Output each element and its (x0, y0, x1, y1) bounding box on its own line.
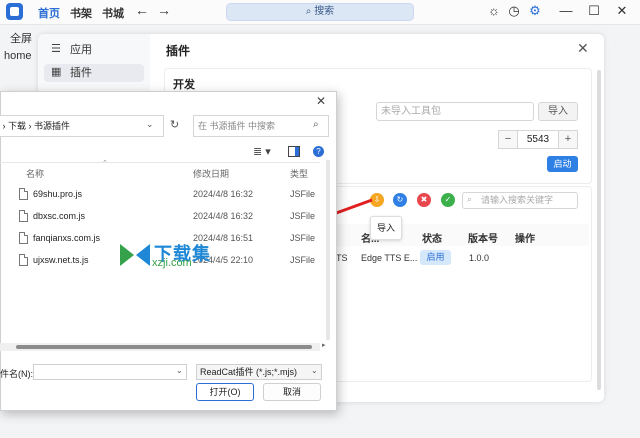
help-icon[interactable]: ? (313, 146, 324, 157)
history-icon[interactable]: ◷ (506, 3, 522, 19)
filename-field[interactable] (33, 364, 187, 380)
table-cell-prefix: TS (336, 253, 348, 263)
sidebar-item-apps[interactable]: ☰ 应用 (44, 41, 144, 59)
file-date: 2024/4/8 16:32 (193, 211, 254, 221)
breadcrumb[interactable]: › 下载 › 书源插件 (0, 115, 164, 137)
nav-tab-bookstore[interactable]: 书城 (102, 5, 124, 21)
home-label: home (4, 50, 32, 62)
sidebar-item-label: 插件 (70, 67, 92, 79)
search-icon: ⌕ (305, 6, 315, 17)
app-logo-icon (6, 3, 23, 20)
port-stepper[interactable]: 5543 (518, 130, 558, 149)
file-type: JSFile (290, 189, 316, 199)
fullscreen-tab[interactable]: 全屏 (10, 30, 32, 46)
minimize-icon[interactable]: — (558, 3, 574, 19)
vertical-scrollbar[interactable] (326, 160, 330, 340)
file-icon (19, 232, 28, 244)
file-icon (19, 188, 28, 200)
column-header-type[interactable]: 类型 (290, 167, 308, 180)
column-header-version: 版本号 (468, 234, 498, 245)
file-type: JSFile (290, 255, 316, 265)
breadcrumb-item[interactable]: 下载 (8, 121, 26, 131)
refresh-icon[interactable]: ↻ (170, 118, 179, 131)
port-increment-button[interactable]: + (558, 130, 578, 149)
delete-icon[interactable]: ✖ (417, 193, 431, 207)
file-type: JSFile (290, 233, 316, 243)
chevron-down-icon[interactable]: ⌄ (311, 366, 318, 375)
arrow-right-icon[interactable]: → (157, 2, 171, 18)
file-type: JSFile (290, 211, 316, 221)
column-header-name[interactable]: 名称 (26, 167, 44, 180)
column-header-actions: 操作 (515, 234, 535, 245)
sun-icon[interactable]: ☼ (486, 3, 502, 19)
list-item[interactable]: dbxsc.com.js 2024/4/8 16:32 JSFile (0, 206, 320, 228)
file-name: ujxsw.net.ts.js (33, 255, 89, 265)
sidebar-item-label: 应用 (70, 44, 92, 56)
import-button[interactable]: 导入 (538, 102, 578, 121)
scroll-right-icon[interactable]: ▸ (322, 341, 326, 349)
search-icon: ⌕ (467, 194, 473, 204)
toolkit-input[interactable]: 未导入工具包 (376, 102, 534, 121)
preview-pane-icon[interactable] (288, 146, 300, 157)
maximize-icon[interactable]: ☐ (586, 3, 602, 19)
table-cell-name: Edge TTS E... (361, 253, 418, 263)
list-item[interactable]: 69shu.pro.js 2024/4/8 16:32 JSFile (0, 184, 320, 206)
file-name: dbxsc.com.js (33, 211, 86, 221)
chevron-down-icon[interactable]: ⌄ (146, 119, 154, 130)
search-icon[interactable]: ⌕ (313, 119, 319, 130)
close-icon[interactable]: ✕ (316, 94, 326, 108)
file-icon (19, 254, 28, 266)
arrow-left-icon[interactable]: ← (135, 2, 149, 18)
chevron-right-icon: › (26, 121, 35, 131)
status-badge[interactable]: 启用 (420, 250, 451, 265)
global-search-input[interactable]: ⌕ 搜索 (226, 3, 414, 21)
file-date: 2024/4/8 16:32 (193, 189, 254, 199)
filetype-select[interactable]: ReadCat插件 (*.js;*.mjs) (196, 364, 322, 380)
folder-search-input[interactable]: 在 书源插件 中搜索 (193, 115, 329, 137)
panel-scrollbar[interactable] (597, 70, 601, 390)
column-header-date[interactable]: 修改日期 (193, 167, 229, 180)
close-icon[interactable]: ✕ (614, 3, 630, 19)
plugin-search-input[interactable]: 请输入搜索关键字 (462, 192, 578, 209)
grid-icon: ▦ (51, 66, 62, 78)
scrollbar-thumb[interactable] (16, 345, 312, 349)
open-button[interactable]: 打开(O) (196, 383, 254, 401)
view-options-icon[interactable]: ≣ ▾ (253, 145, 271, 158)
search-placeholder: 搜索 (314, 6, 335, 17)
chevron-right-icon: › (0, 121, 8, 131)
sidebar-item-plugins[interactable]: ▦ 插件 (44, 64, 144, 82)
nav-tab-bookshelf[interactable]: 书架 (70, 5, 92, 21)
chevron-down-icon[interactable]: ⌄ (176, 366, 183, 375)
start-button[interactable]: 启动 (547, 156, 578, 172)
refresh-icon[interactable]: ↻ (393, 193, 407, 207)
port-decrement-button[interactable]: − (498, 130, 518, 149)
breadcrumb-item[interactable]: 书源插件 (34, 121, 70, 131)
sort-caret-icon: ⌃ (102, 160, 108, 167)
file-icon (19, 210, 28, 222)
nav-tab-home[interactable]: 首页 (38, 5, 60, 21)
settings-icon[interactable]: ⚙ (527, 3, 543, 19)
watermark-logo-icon (120, 244, 150, 266)
enable-icon[interactable]: ✓ (441, 193, 455, 207)
file-name: 69shu.pro.js (33, 189, 83, 199)
cancel-button[interactable]: 取消 (263, 383, 321, 401)
section-title: 开发 (173, 79, 195, 91)
file-name: fanqianxs.com.js (33, 233, 101, 243)
close-icon[interactable]: ✕ (577, 40, 589, 57)
watermark-url: xzji.com (152, 257, 192, 269)
column-header-status: 状态 (422, 234, 442, 245)
divider (0, 162, 320, 163)
page-title: 插件 (166, 44, 191, 58)
table-cell-version: 1.0.0 (469, 253, 490, 263)
sliders-icon: ☰ (51, 43, 61, 55)
filename-label: 件名(N): (0, 369, 33, 379)
